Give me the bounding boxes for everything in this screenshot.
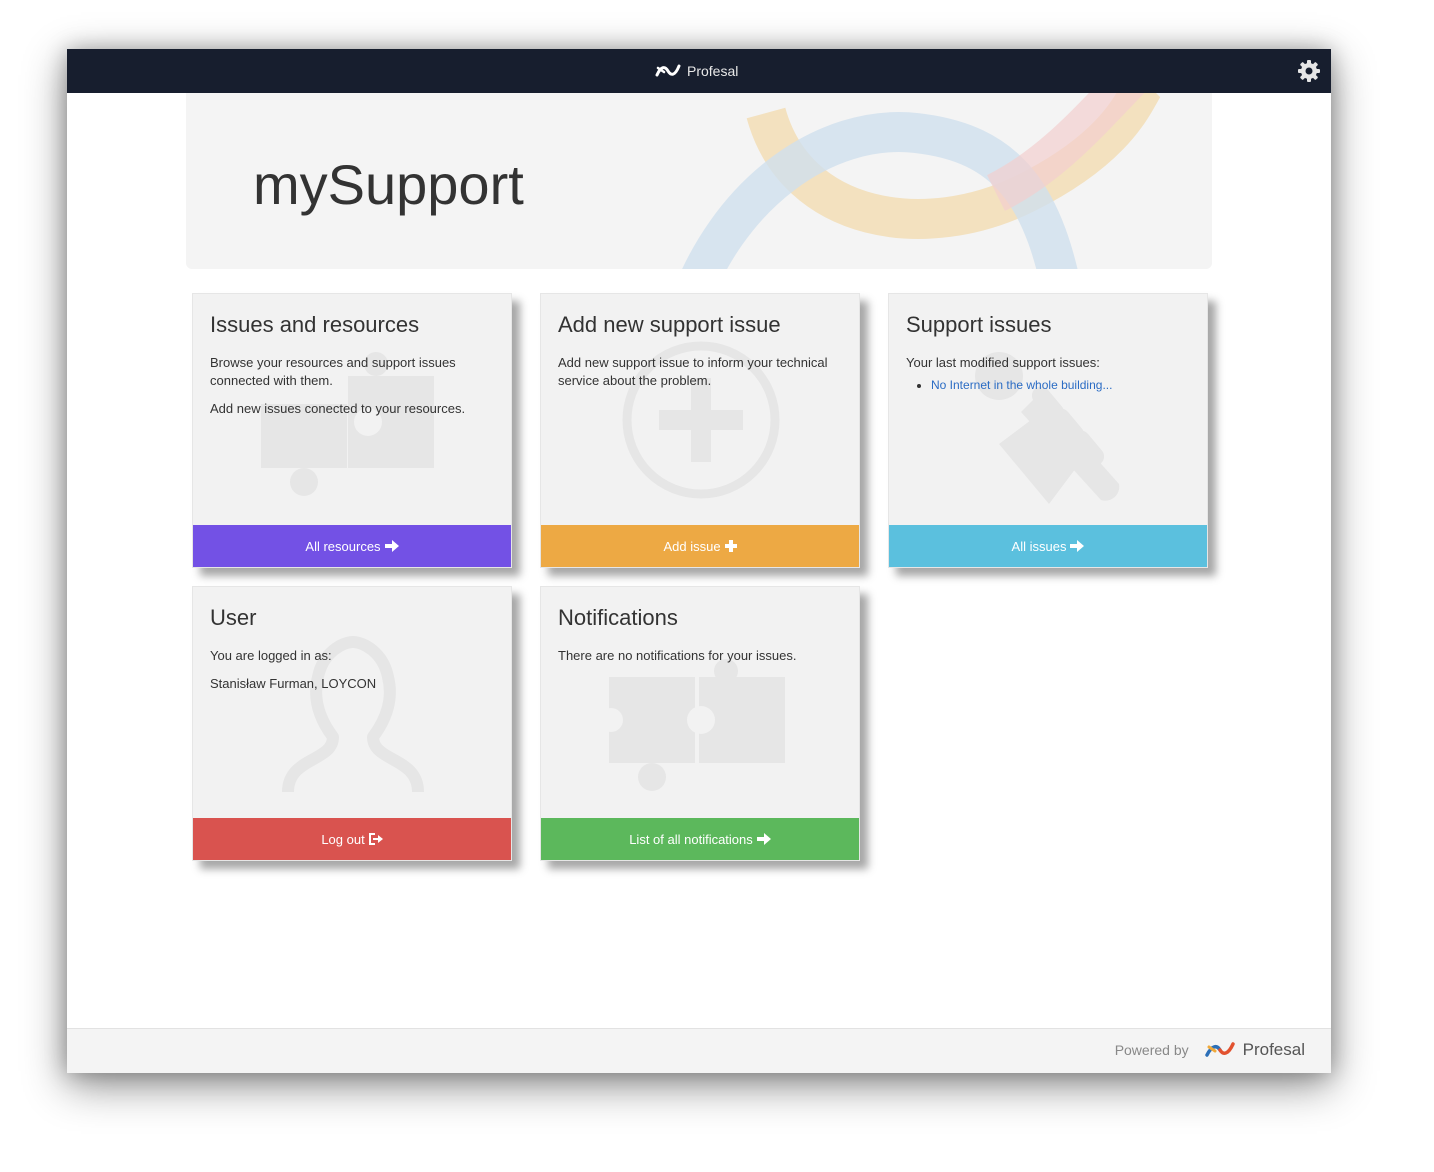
notifications-card: Notifications There are no notifications… <box>540 586 860 861</box>
card-body: Your last modified support issues: No In… <box>906 354 1196 394</box>
card-paragraph: There are no notifications for your issu… <box>558 648 797 663</box>
card-title: Support issues <box>906 312 1052 337</box>
all-resources-button[interactable]: All resources <box>193 525 511 567</box>
profesal-watermark-icon <box>682 93 1162 269</box>
logout-button[interactable]: Log out <box>193 818 511 860</box>
button-label: All resources <box>305 538 381 554</box>
footer-brand-name[interactable]: Profesal <box>1243 1040 1305 1060</box>
page-footer: Powered by Profesal <box>67 1028 1331 1073</box>
card-paragraph: Add new support issue to inform your tec… <box>558 355 828 388</box>
plus-icon <box>724 540 737 552</box>
top-navbar: Profesal <box>67 49 1331 93</box>
card-paragraph: Browse your resources and support issues… <box>210 355 456 388</box>
brand-link[interactable]: Profesal <box>655 61 738 81</box>
user-name: Stanisław Furman, LOYCON <box>210 676 377 691</box>
all-issues-button[interactable]: All issues <box>889 525 1207 567</box>
card-body: Browse your resources and support issues… <box>210 354 500 428</box>
card-paragraph: You are logged in as: <box>210 648 332 663</box>
button-label: Log out <box>321 831 365 847</box>
card-title: Add new support issue <box>558 312 781 337</box>
card-body: There are no notifications for your issu… <box>558 647 848 675</box>
add-issue-button[interactable]: Add issue <box>541 525 859 567</box>
gear-icon[interactable] <box>1297 59 1321 83</box>
all-notifications-button[interactable]: List of all notifications <box>541 818 859 860</box>
card-title: Issues and resources <box>210 312 420 337</box>
button-label: List of all notifications <box>629 831 753 847</box>
issues-resources-card: Issues and resources Browse your resourc… <box>192 293 512 568</box>
support-issues-card: Support issues Your last modified suppor… <box>888 293 1208 568</box>
card-paragraph: Add new issues conected to your resource… <box>210 401 466 416</box>
add-issue-card: Add new support issue Add new support is… <box>540 293 860 568</box>
powered-by-label: Powered by <box>1114 1042 1189 1058</box>
profesal-logo-icon <box>655 64 681 77</box>
app-window: Profesal mySupport Issues and resources … <box>67 49 1331 1073</box>
button-label: All issues <box>1011 538 1067 554</box>
card-body: You are logged in as: Stanisław Furman, … <box>210 647 500 703</box>
footer-credits: Powered by Profesal <box>1115 1040 1305 1060</box>
page-title: mySupport <box>253 153 524 216</box>
list-item: No Internet in the whole building... <box>931 376 1196 394</box>
card-title: Notifications <box>558 605 678 630</box>
card-title: User <box>210 605 257 630</box>
logout-icon <box>368 833 383 845</box>
profesal-logo-icon <box>1204 1042 1235 1057</box>
arrow-right-icon <box>1070 540 1085 552</box>
hero-banner: mySupport <box>186 93 1212 269</box>
card-body: Add new support issue to inform your tec… <box>558 354 848 400</box>
brand-name: Profesal <box>687 63 739 79</box>
arrow-right-icon <box>756 833 771 845</box>
issue-link[interactable]: No Internet in the whole building... <box>931 378 1112 392</box>
button-label: Add issue <box>663 538 721 554</box>
card-paragraph: Your last modified support issues: <box>906 355 1100 370</box>
user-card: User You are logged in as: Stanisław Fur… <box>192 586 512 861</box>
arrow-right-icon <box>384 540 399 552</box>
issue-list: No Internet in the whole building... <box>906 376 1196 394</box>
